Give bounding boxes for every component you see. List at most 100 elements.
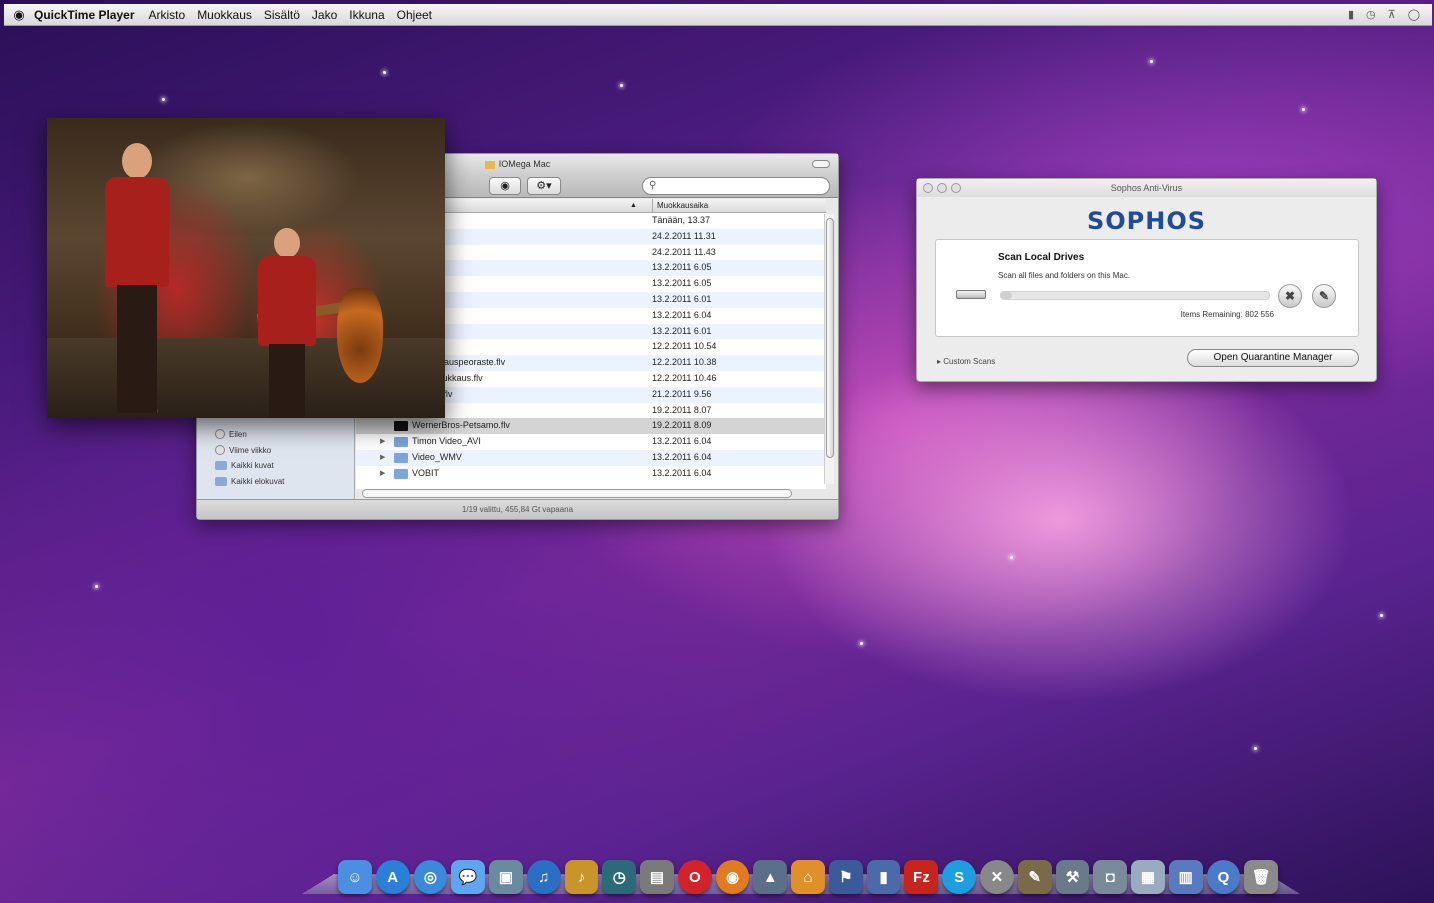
- column-date[interactable]: Muokkausaika: [652, 199, 708, 213]
- disclosure-triangle-icon[interactable]: ▶: [380, 434, 385, 450]
- bluetooth-icon[interactable]: ▮: [1348, 8, 1354, 21]
- custom-scans-toggle[interactable]: ▸ Custom Scans: [937, 357, 995, 366]
- file-name: VOBIT: [412, 467, 440, 478]
- applications-icon[interactable]: ▥: [1168, 860, 1203, 894]
- opera-icon[interactable]: O: [677, 860, 712, 894]
- zoom-button[interactable]: [951, 183, 961, 193]
- star: [1302, 108, 1305, 111]
- file-row[interactable]: ▶ VOBIT 13.2.2011 6.04: [356, 466, 826, 482]
- menu-muokkaus[interactable]: Muokkaus: [197, 8, 252, 22]
- sidebar-item-eilen[interactable]: Eilen: [215, 429, 247, 439]
- star: [95, 585, 98, 588]
- photo-icon[interactable]: ▲: [753, 860, 788, 894]
- file-name: WernerBros-Petsamo.flv: [412, 420, 510, 431]
- documents-icon[interactable]: ▦: [1131, 860, 1165, 894]
- sophos-title: Sophos Anti-Virus: [1110, 183, 1183, 193]
- action-button[interactable]: ⚙▾: [527, 177, 561, 195]
- menu-jako[interactable]: Jako: [312, 8, 337, 22]
- horizontal-scrollbar[interactable]: [362, 489, 792, 498]
- file-date: 13.2.2011 6.04: [652, 436, 712, 447]
- disclosure-triangle-icon[interactable]: ▶: [380, 466, 385, 482]
- drive-icon: [484, 160, 495, 169]
- file-date: 24.2.2011 11.31: [652, 230, 716, 241]
- quicklook-button[interactable]: ◉: [489, 177, 521, 195]
- preview-icon[interactable]: ▤: [640, 860, 674, 894]
- sidebar-item-label: Kaikki kuvat: [231, 461, 274, 470]
- menu-app-name[interactable]: QuickTime Player: [34, 8, 135, 22]
- file-row[interactable]: ▶ Timon Video_AVI 13.2.2011 6.04: [356, 434, 826, 450]
- star: [1254, 747, 1257, 750]
- folder-icon: [394, 468, 408, 479]
- gimp-icon[interactable]: ✎: [1017, 860, 1052, 894]
- scan-progress-bar: [1000, 291, 1270, 300]
- performer-left: [97, 143, 177, 413]
- menu-sisalto[interactable]: Sisältö: [264, 8, 300, 22]
- file-date: 21.2.2011 9.56: [652, 388, 712, 399]
- star: [383, 71, 386, 74]
- progress-fill: [1001, 292, 1012, 299]
- search-input[interactable]: ⚲: [642, 177, 830, 195]
- file-date: 19.2.2011 8.07: [652, 404, 712, 415]
- search-icon: ⚲: [649, 180, 657, 191]
- appstore-icon[interactable]: A: [375, 860, 410, 894]
- tools-icon[interactable]: ⚒: [1055, 860, 1090, 894]
- file-date: 12.2.2011 10.38: [652, 357, 717, 368]
- trash-icon[interactable]: 🗑: [1244, 860, 1279, 894]
- sidebar-item-kaikki-elokuvat[interactable]: Kaikki elokuvat: [215, 477, 284, 486]
- flag-icon[interactable]: ▮: [866, 860, 901, 894]
- vertical-scrollbar[interactable]: [824, 214, 834, 484]
- custom-scans-label: Custom Scans: [943, 357, 996, 366]
- toolbar-toggle-button[interactable]: [812, 160, 830, 168]
- home-icon[interactable]: ⌂: [791, 860, 825, 894]
- stop-scan-button[interactable]: ✖: [1278, 284, 1302, 308]
- sidebar-item-label: Viime viikko: [229, 445, 272, 455]
- star: [620, 84, 623, 87]
- scroll-thumb[interactable]: [826, 218, 834, 458]
- finder-icon[interactable]: ☺: [338, 860, 372, 894]
- disclosure-triangle-icon[interactable]: ▶: [380, 450, 385, 466]
- downloads-icon[interactable]: Q: [1206, 860, 1241, 894]
- wifi-icon[interactable]: ⊼: [1388, 8, 1396, 21]
- menu-bar: ◉ QuickTime Player Arkisto Muokkaus Sisä…: [4, 4, 1432, 26]
- close-button[interactable]: [923, 183, 933, 193]
- file-date: 12.2.2011 10.46: [652, 372, 717, 383]
- sidebar-item-label: Eilen: [229, 429, 247, 439]
- sophos-logo: SOPHOS: [1086, 207, 1207, 235]
- configure-scan-button[interactable]: ✎: [1312, 284, 1336, 308]
- sidebar-item-label: Kaikki elokuvat: [231, 477, 285, 486]
- menu-arkisto[interactable]: Arkisto: [149, 8, 186, 22]
- folder-icon: [394, 437, 408, 448]
- minimize-button[interactable]: [937, 183, 947, 193]
- menu-ohjeet[interactable]: Ohjeet: [397, 8, 432, 22]
- iphoto-icon[interactable]: ▣: [489, 860, 523, 894]
- apple-menu-icon[interactable]: ◉: [4, 7, 34, 23]
- menu-ikkuna[interactable]: Ikkuna: [349, 8, 384, 22]
- legs: [117, 285, 157, 413]
- firefox-icon[interactable]: ◉: [715, 860, 750, 894]
- ichat-icon[interactable]: 💬: [451, 860, 486, 894]
- quicktime-video-frame[interactable]: [47, 118, 445, 418]
- clock-icon: [215, 445, 225, 455]
- filezilla-icon[interactable]: Fz: [904, 860, 939, 894]
- star: [1010, 556, 1013, 559]
- sidebar-item-kaikki-kuvat[interactable]: Kaikki kuvat: [215, 461, 274, 470]
- crossover-icon[interactable]: ✕: [980, 860, 1014, 894]
- skype-icon[interactable]: S: [942, 860, 977, 894]
- time-machine-icon[interactable]: ◷: [1366, 8, 1376, 21]
- file-name: Video_WMV: [412, 451, 462, 462]
- camera-icon[interactable]: ◘: [1093, 860, 1128, 894]
- network-icon[interactable]: ⚑: [828, 860, 863, 894]
- guitar: [337, 288, 383, 383]
- file-row[interactable]: ▶ Video_WMV 13.2.2011 6.04: [356, 449, 826, 466]
- open-quarantine-manager-button[interactable]: Open Quarantine Manager: [1187, 349, 1359, 367]
- volume-icon[interactable]: ◯: [1408, 8, 1420, 21]
- sophos-titlebar[interactable]: Sophos Anti-Virus: [917, 179, 1376, 197]
- safari-icon[interactable]: ◎: [413, 860, 448, 894]
- file-date: 19.2.2011 8.09: [652, 420, 712, 431]
- time-machine-icon[interactable]: ◷: [602, 860, 637, 894]
- legs: [269, 344, 305, 418]
- file-row[interactable]: WernerBros-Petsamo.flv 19.2.2011 8.09: [356, 418, 826, 435]
- garageband-icon[interactable]: ♪: [564, 860, 599, 894]
- sidebar-item-viime-viikko[interactable]: Viime viikko: [215, 445, 271, 455]
- itunes-icon[interactable]: ♫: [526, 860, 561, 894]
